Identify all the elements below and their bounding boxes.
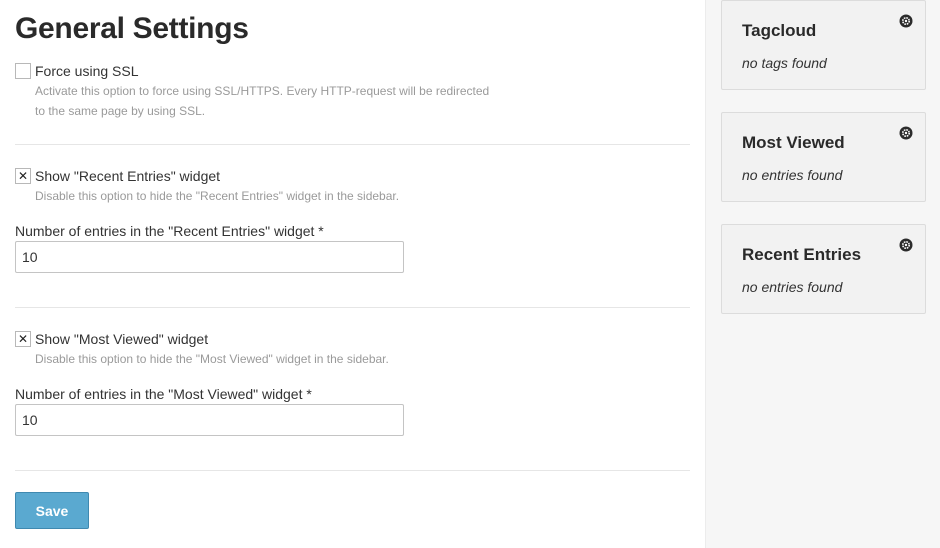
most-viewed-widget: Most Viewed no entries found bbox=[721, 112, 926, 202]
most-viewed-checkbox[interactable]: ✕ bbox=[15, 331, 31, 347]
widget-empty-text: no entries found bbox=[742, 279, 843, 295]
tagcloud-widget: Tagcloud no tags found bbox=[721, 0, 926, 90]
section-divider bbox=[15, 470, 690, 471]
ssl-label[interactable]: Force using SSL bbox=[35, 63, 139, 79]
settings-main: General Settings Force using SSL Activat… bbox=[0, 0, 705, 548]
gear-icon[interactable] bbox=[899, 14, 913, 28]
recent-entries-label[interactable]: Show "Recent Entries" widget bbox=[35, 168, 220, 184]
most-viewed-count-label: Number of entries in the "Most Viewed" w… bbox=[15, 386, 312, 402]
widget-title: Recent Entries bbox=[742, 245, 862, 264]
widget-empty-text: no entries found bbox=[742, 167, 843, 183]
section-divider bbox=[15, 307, 690, 308]
ssl-checkbox[interactable] bbox=[15, 63, 31, 79]
sidebar: Tagcloud no tags found Most Viewed no en… bbox=[705, 0, 940, 548]
widget-empty-text: no tags found bbox=[742, 55, 827, 71]
page-title: General Settings bbox=[15, 12, 249, 45]
recent-entries-checkbox[interactable]: ✕ bbox=[15, 168, 31, 184]
save-button[interactable]: Save bbox=[15, 492, 89, 529]
recent-entries-option: ✕ Show "Recent Entries" widget bbox=[15, 168, 220, 184]
recent-entries-widget: Recent Entries no entries found bbox=[721, 224, 926, 314]
widget-title: Tagcloud bbox=[742, 21, 817, 40]
most-viewed-option: ✕ Show "Most Viewed" widget bbox=[15, 331, 208, 347]
most-viewed-label[interactable]: Show "Most Viewed" widget bbox=[35, 331, 208, 347]
section-divider bbox=[15, 144, 690, 145]
ssl-help-line-2: to the same page by using SSL. bbox=[35, 104, 206, 118]
settings-page: General Settings Force using SSL Activat… bbox=[0, 0, 940, 548]
gear-icon[interactable] bbox=[899, 238, 913, 252]
most-viewed-count-input[interactable] bbox=[15, 404, 404, 436]
ssl-help-line-1: Activate this option to force using SSL/… bbox=[35, 84, 490, 98]
recent-entries-count-input[interactable] bbox=[15, 241, 404, 273]
widget-title: Most Viewed bbox=[742, 133, 845, 152]
ssl-help: Activate this option to force using SSL/… bbox=[35, 81, 535, 121]
recent-entries-count-label: Number of entries in the "Recent Entries… bbox=[15, 223, 324, 239]
most-viewed-help: Disable this option to hide the "Most Vi… bbox=[35, 352, 389, 366]
recent-entries-help: Disable this option to hide the "Recent … bbox=[35, 189, 400, 203]
gear-icon[interactable] bbox=[899, 126, 913, 140]
ssl-option: Force using SSL bbox=[15, 63, 139, 79]
